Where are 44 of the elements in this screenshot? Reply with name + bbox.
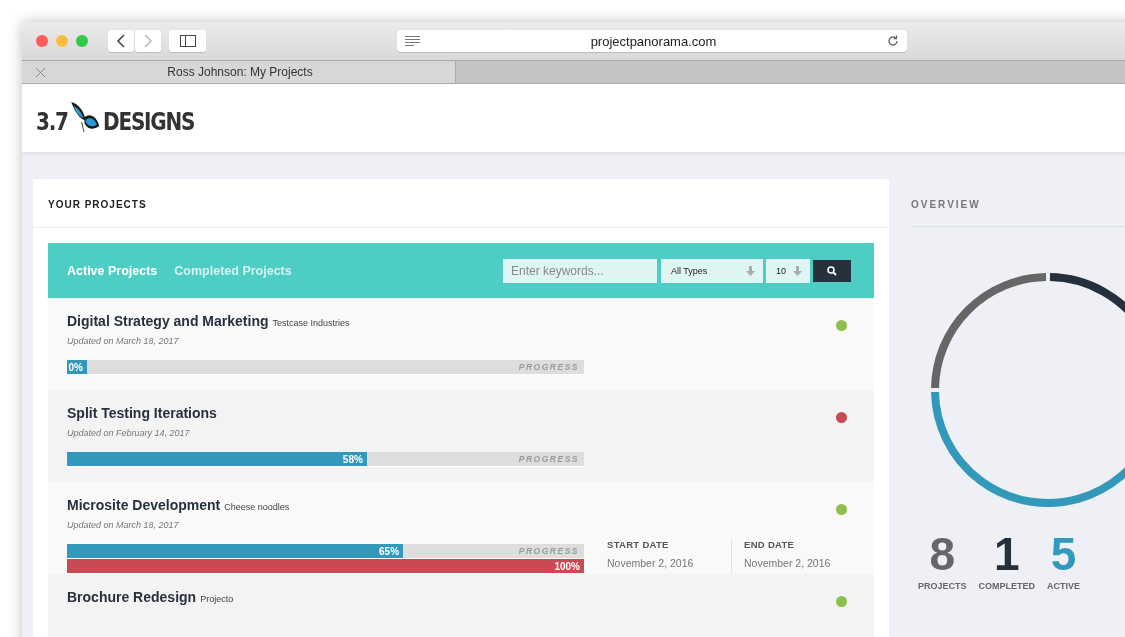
address-bar[interactable]: projectpanorama.com: [397, 30, 907, 52]
search-field[interactable]: Enter keywords...: [503, 258, 657, 283]
browser-tab[interactable]: Ross Johnson: My Projects: [22, 61, 456, 83]
close-tab-icon[interactable]: [36, 67, 45, 77]
logo[interactable]: 3.7 DESIGNS: [36, 100, 195, 136]
progress-percent: 65%: [379, 545, 401, 557]
date-label: END DATE: [744, 539, 796, 550]
project-name[interactable]: Microsite Development: [67, 497, 221, 513]
client-name: Testcase Industries: [272, 318, 350, 328]
progress-percent: 0%: [68, 361, 84, 373]
back-button[interactable]: [108, 30, 134, 52]
panel-title: YOUR PROJECTS: [33, 179, 889, 228]
close-icon[interactable]: [36, 35, 48, 47]
project-name[interactable]: Digital Strategy and Marketing: [67, 313, 269, 329]
progress-percent: 58%: [342, 453, 364, 465]
search-icon[interactable]: [827, 265, 837, 276]
sidebar-icon[interactable]: [179, 35, 196, 47]
stat-label: ACTIVE: [1047, 581, 1081, 591]
progress-caption: PROGRESS: [518, 546, 579, 556]
project-name[interactable]: Brochure Redesign: [67, 589, 197, 605]
progress-percent: 100%: [554, 560, 581, 572]
page-size-dropdown[interactable]: 10: [766, 258, 810, 283]
stat-value: 5: [1050, 531, 1077, 577]
progress-caption: PROGRESS: [518, 454, 579, 464]
date-label: START DATE: [607, 539, 670, 550]
updated-date: Updated on March 18, 2017: [67, 336, 180, 346]
stat-label: PROJECTS: [918, 581, 967, 591]
stat-value: 1: [993, 531, 1020, 577]
stat-label: COMPLETED: [978, 581, 1036, 591]
updated-date: Updated on March 18, 2017: [67, 520, 180, 530]
date-value: November 2, 2016: [744, 557, 831, 569]
reader-icon[interactable]: [405, 36, 420, 46]
search-button[interactable]: [813, 259, 851, 282]
project-name[interactable]: Split Testing Iterations: [67, 405, 217, 421]
client-name: Cheese noodles: [224, 502, 290, 512]
reload-icon[interactable]: [887, 35, 899, 47]
type-dropdown[interactable]: All Types: [661, 258, 763, 283]
sidebar-button[interactable]: [169, 30, 206, 52]
stat-value: 8: [929, 531, 956, 577]
client-name: Projecto: [200, 594, 234, 604]
updated-date: Updated on February 14, 2017: [67, 428, 191, 438]
date-value: November 2, 2016: [607, 557, 695, 569]
overview-title: OVERVIEW: [911, 199, 1125, 227]
progress-caption: PROGRESS: [518, 362, 579, 372]
